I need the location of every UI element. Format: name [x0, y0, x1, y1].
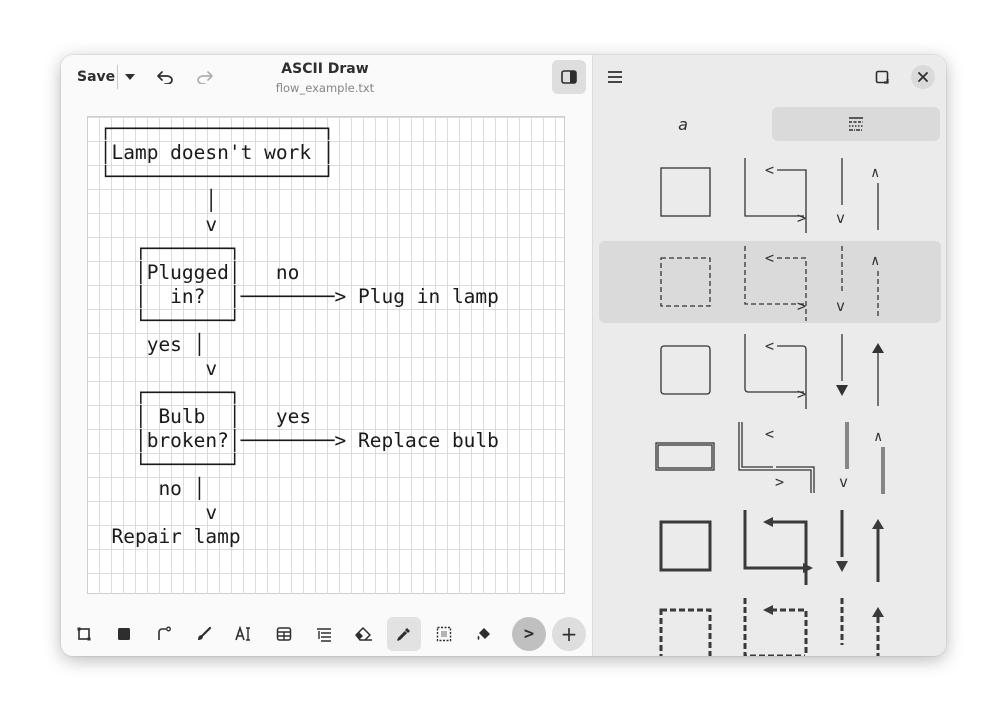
rounded-arrows-style-icon: < > — [660, 334, 884, 409]
svg-text:<: < — [765, 161, 774, 179]
svg-text:∧: ∧ — [871, 165, 879, 181]
file-name: flow_example.txt — [275, 81, 375, 95]
save-button[interactable]: Save — [69, 63, 123, 91]
style-thick-solid[interactable] — [599, 505, 941, 587]
fill-tool-icon — [477, 628, 490, 640]
svg-text:v: v — [836, 297, 845, 315]
maximize-icon — [875, 70, 889, 84]
undo-button[interactable] — [151, 63, 179, 91]
more-tools-button[interactable]: > — [512, 617, 546, 651]
rectangle-tool-button[interactable] — [67, 617, 101, 651]
maximize-button[interactable] — [868, 63, 896, 91]
style-thick-dashed[interactable] — [599, 593, 941, 656]
svg-text:<: < — [765, 249, 774, 267]
selection-tool-icon — [436, 626, 452, 642]
chevron-down-icon — [125, 74, 135, 80]
style-rounded-arrows[interactable]: < > — [599, 329, 941, 411]
svg-text:∧: ∧ — [871, 253, 879, 269]
color-picker-icon — [397, 628, 410, 641]
table-tool-icon — [276, 627, 292, 641]
filled-rectangle-tool-icon — [118, 628, 130, 640]
tree-list-tool-icon — [317, 628, 331, 642]
add-button[interactable]: + — [552, 617, 586, 651]
tab-line-styles[interactable] — [772, 107, 940, 141]
eraser-icon — [355, 627, 372, 641]
line-tool-button[interactable] — [147, 617, 181, 651]
svg-text:v: v — [836, 209, 845, 227]
save-options-button[interactable] — [119, 63, 141, 91]
tab-text-characters[interactable]: a — [599, 107, 767, 141]
undo-icon — [157, 71, 173, 84]
freehand-brush-icon — [198, 626, 212, 640]
close-icon — [918, 72, 928, 82]
svg-text:∧: ∧ — [874, 429, 882, 445]
style-double-line[interactable]: < > v ∧ — [599, 417, 941, 499]
thick-dashed-style-icon — [659, 598, 884, 656]
hamburger-menu-icon — [608, 71, 622, 83]
eraser-tool-button[interactable] — [347, 617, 381, 651]
redo-icon — [197, 71, 213, 84]
svg-text:>: > — [775, 473, 784, 491]
svg-text:v: v — [839, 473, 848, 491]
text-tool-button[interactable] — [227, 617, 261, 651]
thin-solid-style-icon: < > v ∧ — [660, 158, 879, 233]
svg-text:<: < — [765, 337, 774, 355]
text-tool-icon — [235, 626, 250, 641]
main-menu-button[interactable] — [601, 63, 629, 91]
sidebar-toggle-button[interactable] — [552, 60, 586, 94]
style-thin-solid[interactable]: < > v ∧ — [599, 153, 941, 235]
thin-dashed-style-icon: < > v ∧ — [660, 246, 879, 321]
svg-text:>: > — [797, 209, 806, 227]
svg-text:>: > — [797, 297, 806, 315]
rectangle-tool-icon — [77, 627, 91, 641]
line-tool-icon — [158, 626, 171, 640]
redo-button[interactable] — [191, 63, 219, 91]
selection-tool-button[interactable] — [427, 617, 461, 651]
double-line-style-icon: < > v ∧ — [655, 422, 885, 494]
save-split-divider — [117, 65, 118, 89]
color-picker-button[interactable] — [387, 617, 421, 651]
fill-tool-button[interactable] — [467, 617, 501, 651]
character-sidebar: a < > v ∧ < > v ∧ < > < > v ∧ — [592, 55, 946, 656]
filled-rectangle-tool-button[interactable] — [107, 617, 141, 651]
style-thin-dashed[interactable]: < > v ∧ — [599, 241, 941, 323]
app-window: Save ASCII Draw flow_example.txt ┌──────… — [61, 55, 946, 656]
svg-text:<: < — [765, 425, 774, 443]
freehand-brush-button[interactable] — [187, 617, 221, 651]
sidebar-icon — [561, 70, 577, 84]
drawing-canvas[interactable]: ┌──────────────────┐ │Lamp doesn't work … — [87, 116, 565, 594]
line-styles-icon — [849, 117, 863, 131]
ascii-drawing: ┌──────────────────┐ │Lamp doesn't work … — [99, 117, 499, 548]
tab-text-label: a — [678, 114, 688, 134]
table-tool-button[interactable] — [267, 617, 301, 651]
close-button[interactable] — [911, 65, 935, 89]
tree-list-tool-button[interactable] — [307, 617, 341, 651]
window-title: ASCII Draw — [281, 61, 369, 77]
thick-solid-style-icon — [659, 510, 884, 585]
editor-pane: Save ASCII Draw flow_example.txt ┌──────… — [61, 55, 592, 656]
tool-bar: > + — [61, 616, 592, 656]
svg-text:>: > — [797, 385, 806, 403]
